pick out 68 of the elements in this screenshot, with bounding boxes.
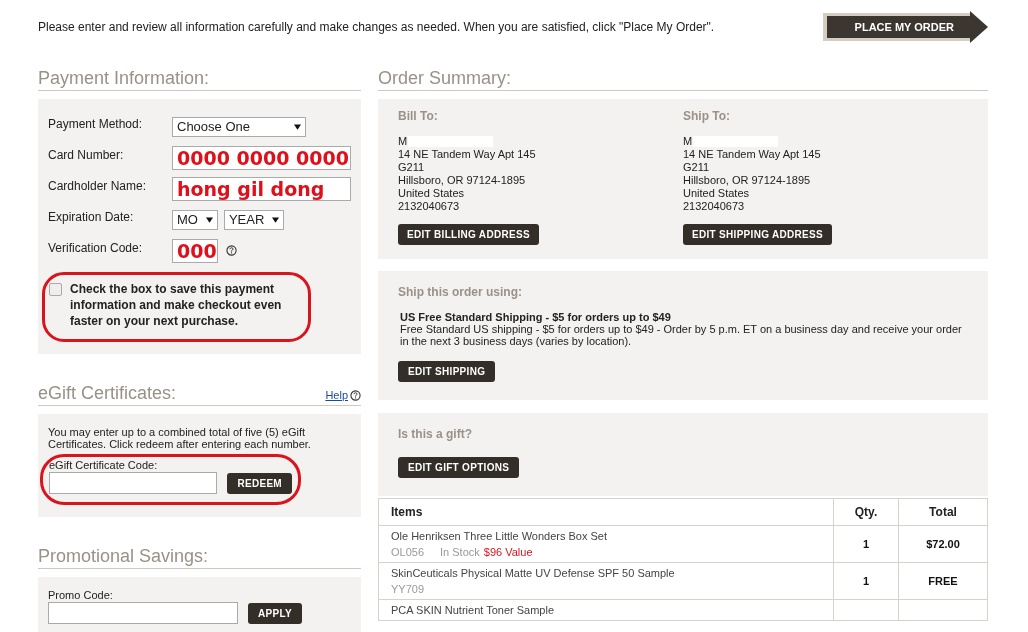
field-label: eGift Certificate Code: <box>49 459 159 471</box>
address-line: Hillsboro, OR 97124-1895 <box>683 174 812 187</box>
arrow-icon[interactable] <box>970 11 988 43</box>
section-title: Payment Information: <box>38 68 210 89</box>
address-line: G211 <box>683 161 711 174</box>
field-label: Verification Code: <box>48 240 144 255</box>
column-header: Total <box>898 498 988 526</box>
dropdown[interactable]: MO <box>172 209 218 230</box>
address-line: 2132040673 <box>398 200 461 213</box>
checkbox-label: Check the box to save this payment information and make checkout even faster on your next purchase. <box>70 281 283 329</box>
checkbox[interactable] <box>49 283 62 296</box>
section-title: Ship this order using: <box>398 285 523 299</box>
table-cell: 1 <box>833 525 899 563</box>
field-label: Expiration Date: <box>48 209 135 224</box>
input-field[interactable]: hong gil dong <box>172 176 351 201</box>
caret-icon <box>294 123 301 130</box>
input-field[interactable]: 0000 0000 0000 <box>172 145 351 170</box>
section-title: eGift Certificates: <box>38 383 177 404</box>
edit-address-button[interactable]: EDIT SHIPPING ADDRESS <box>683 224 832 245</box>
section-title: Promotional Savings: <box>38 546 209 567</box>
column-header: Qty. <box>833 498 899 526</box>
caret-icon <box>205 216 213 223</box>
input-field[interactable]: 000 <box>172 238 218 263</box>
field-label: Card Number: <box>48 147 125 162</box>
address-line: M <box>683 135 693 148</box>
stock-status: In Stock <box>440 546 480 558</box>
item-name: PCA SKIN Nutrient Toner Sample <box>391 604 556 616</box>
dropdown[interactable]: Choose One <box>172 116 306 137</box>
item-name: SkinCeuticals Physical Matte UV Defense SPF 50 Sample <box>391 567 676 579</box>
address-line: 14 NE Tandem Way Apt 145 <box>398 148 537 161</box>
apply-button[interactable]: APPLY <box>248 602 302 624</box>
help-icon[interactable] <box>350 389 361 401</box>
section-title: Is this a gift? <box>398 427 473 441</box>
help-icon[interactable] <box>226 245 237 256</box>
address-line: United States <box>683 187 751 200</box>
item-name: Ole Henriksen Three Little Wonders Box Set <box>391 530 609 542</box>
address-line: 2132040673 <box>683 200 746 213</box>
field-label: Payment Method: <box>48 116 144 131</box>
edit-shipping-button[interactable]: EDIT SHIPPING <box>398 361 496 382</box>
address-line: 14 NE Tandem Way Apt 145 <box>683 148 822 161</box>
help-link[interactable]: Help <box>325 389 348 401</box>
address-line: G211 <box>398 161 426 174</box>
address-line: United States <box>398 187 466 200</box>
item-sku: OL056 <box>391 546 425 558</box>
value-note: $96 Value <box>483 546 533 558</box>
item-sku: YY709 <box>391 583 425 595</box>
table-cell: 1 <box>833 562 899 600</box>
instruction-text: Please enter and review all information carefully and make changes as needed. When you are satisfied, click "Place My Order". <box>38 20 715 34</box>
shipping-description: Free Standard US shipping - $5 for orders up to $49 - Order by 5 p.m. ET on a business day and receive your order in the next 3 business days (varies by location). <box>400 323 963 347</box>
dropdown[interactable]: YEAR <box>223 209 285 230</box>
field-label: Cardholder Name: <box>48 178 148 193</box>
edit-gift-button[interactable]: EDIT GIFT OPTIONS <box>398 457 520 478</box>
edit-address-button[interactable]: EDIT BILLING ADDRESS <box>398 224 539 245</box>
info-text: You may enter up to a combined total of five (5) eGift Certificates. Click redeem after entering each number. <box>48 426 312 450</box>
table-cell: FREE <box>898 562 988 600</box>
address-line: M <box>398 135 408 148</box>
column-header: Items <box>378 498 834 526</box>
field-label: Promo Code: <box>48 589 114 601</box>
redeem-button[interactable]: REDEEM <box>227 472 292 494</box>
address-line: Hillsboro, OR 97124-1895 <box>398 174 527 187</box>
address-title: Bill To: <box>398 109 439 123</box>
table-cell: $72.00 <box>898 525 988 563</box>
address-title: Ship To: <box>683 109 732 123</box>
input-field[interactable] <box>49 472 218 494</box>
input-field[interactable] <box>48 602 238 624</box>
section-title: Order Summary: <box>378 68 512 89</box>
shipping-method: US Free Standard Shipping - $5 for orders up to $49 <box>400 311 672 323</box>
caret-icon <box>272 216 280 223</box>
